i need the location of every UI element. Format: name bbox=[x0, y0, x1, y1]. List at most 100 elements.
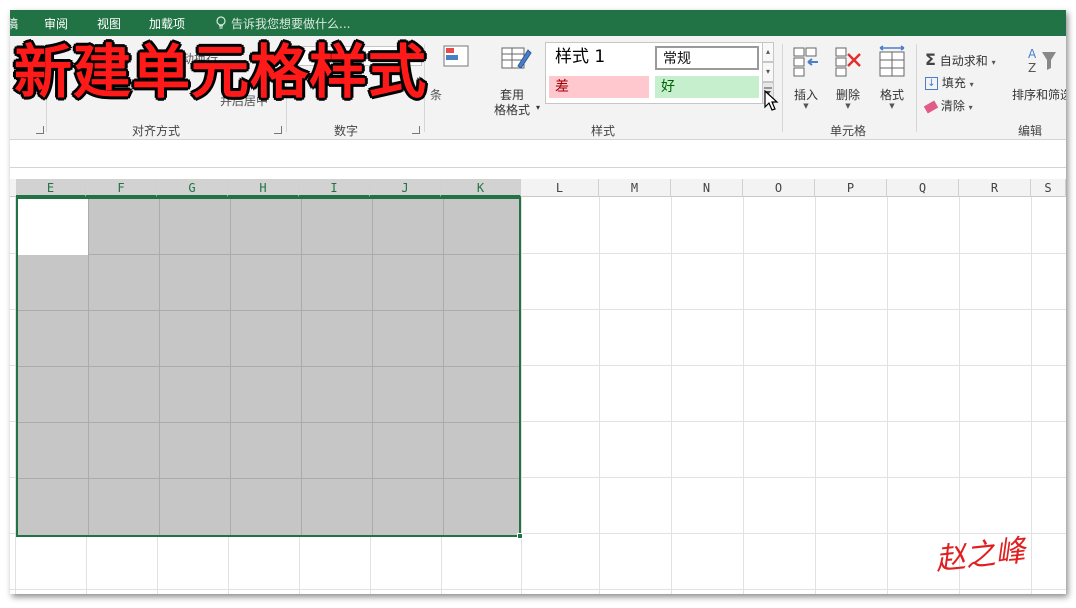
formula-gap bbox=[10, 169, 1066, 179]
gallery-scroll-up-button[interactable]: ▴ bbox=[762, 42, 774, 62]
delete-cells-button[interactable]: 删除 ▼ bbox=[828, 44, 868, 110]
worksheet-grid[interactable] bbox=[10, 197, 1066, 594]
column-header-h[interactable]: H bbox=[228, 179, 299, 197]
sort-filter-icon: A Z bbox=[1028, 47, 1056, 75]
column-header-e[interactable]: E bbox=[16, 179, 86, 197]
fill-handle[interactable] bbox=[517, 533, 523, 539]
selection-grid-line bbox=[372, 199, 373, 535]
tab-view[interactable]: 视图 bbox=[97, 15, 121, 32]
active-cell[interactable] bbox=[18, 199, 88, 255]
clear-button[interactable]: 清除 ▾ bbox=[923, 97, 973, 114]
selection-grid-line bbox=[230, 199, 231, 535]
column-header-j[interactable]: J bbox=[370, 179, 441, 197]
number-group-launcher[interactable] bbox=[412, 126, 420, 134]
cell-styles-gallery: 样式 1 常规 差 好 bbox=[545, 42, 765, 104]
chevron-down-icon: ▼ bbox=[845, 102, 851, 110]
chevron-down-icon: ▼ bbox=[803, 102, 809, 110]
chevron-down-icon: ▾ bbox=[991, 58, 996, 67]
chevron-down-icon: ▾ bbox=[969, 80, 974, 89]
bad-style-cell[interactable]: 差 bbox=[549, 76, 649, 98]
normal-style-cell[interactable]: 常规 bbox=[655, 46, 759, 70]
fill-down-icon: ↓ bbox=[925, 77, 938, 90]
format-as-table-icon bbox=[500, 44, 532, 74]
column-header-q[interactable]: Q bbox=[887, 179, 959, 197]
styles-group-label: 样式 bbox=[591, 124, 616, 138]
delete-cells-icon bbox=[835, 47, 861, 77]
autosum-label: 自动求和 bbox=[939, 54, 988, 68]
group-separator bbox=[782, 44, 783, 132]
grid-line bbox=[887, 197, 888, 594]
number-group-label: 数字 bbox=[334, 124, 359, 138]
overlay-title: 新建单元格样式 bbox=[14, 38, 428, 106]
sort-filter-button[interactable]: A Z 排序和筛选 bbox=[1012, 44, 1066, 116]
column-header-m[interactable]: M bbox=[599, 179, 671, 197]
column-header-o[interactable]: O bbox=[743, 179, 815, 197]
lightbulb-icon bbox=[216, 16, 226, 29]
good-style-cell[interactable]: 好 bbox=[655, 76, 759, 98]
selection-grid-line bbox=[18, 310, 519, 311]
alignment-group-label: 对齐方式 bbox=[132, 124, 181, 138]
column-header-g[interactable]: G bbox=[157, 179, 228, 197]
clear-label: 清除 bbox=[940, 99, 965, 113]
gallery-scroll: ▴ ▾ bbox=[762, 42, 779, 111]
column-header-f[interactable]: F bbox=[86, 179, 157, 197]
grid-line bbox=[1031, 197, 1032, 594]
fill-button[interactable]: ↓ 填充 ▾ bbox=[925, 74, 974, 91]
mouse-cursor-icon bbox=[764, 90, 779, 111]
column-header-r[interactable]: R bbox=[959, 179, 1031, 197]
grid-line bbox=[10, 589, 1066, 590]
column-header-l[interactable]: L bbox=[521, 179, 599, 197]
selection-grid-line bbox=[18, 478, 519, 479]
style-1-cell[interactable]: 样式 1 bbox=[549, 46, 649, 70]
eraser-icon bbox=[923, 100, 939, 113]
insert-cells-button[interactable]: 插入 ▼ bbox=[786, 44, 826, 110]
cells-group-label: 单元格 bbox=[830, 124, 867, 138]
insert-cells-icon bbox=[793, 47, 818, 77]
column-header-s[interactable]: S bbox=[1031, 179, 1066, 197]
format-label: 格式 bbox=[879, 88, 904, 102]
format-cells-icon bbox=[879, 45, 905, 77]
ribbon-tab-bar: 稿 审阅 视图 加载项 告诉我您想要做什么... bbox=[10, 10, 1066, 36]
grid-line bbox=[599, 197, 600, 594]
editing-group-label: 编辑 bbox=[1018, 124, 1043, 138]
column-header-k[interactable]: K bbox=[441, 179, 521, 197]
conditional-format-icon bbox=[442, 44, 470, 70]
group-separator bbox=[916, 44, 917, 132]
selection-grid-line bbox=[88, 199, 89, 535]
delete-label: 删除 bbox=[835, 88, 860, 102]
selection-grid-line bbox=[18, 366, 519, 367]
selection-grid-line bbox=[443, 199, 444, 535]
selection-grid-line bbox=[18, 422, 519, 423]
excel-window: 稿 审阅 视图 加载项 告诉我您想要做什么... 动换行 并后居中 对齐方式 数… bbox=[10, 10, 1066, 594]
font-group-launcher[interactable] bbox=[36, 126, 44, 134]
column-header-n[interactable]: N bbox=[671, 179, 743, 197]
grid-line bbox=[743, 197, 744, 594]
grid-line bbox=[815, 197, 816, 594]
selection-grid-line bbox=[159, 199, 160, 535]
selected-range[interactable] bbox=[16, 197, 521, 537]
tab-partial[interactable]: 稿 bbox=[10, 15, 18, 32]
format-cells-button[interactable]: 格式 ▼ bbox=[872, 44, 912, 110]
screen: 稿 审阅 视图 加载项 告诉我您想要做什么... 动换行 并后居中 对齐方式 数… bbox=[0, 0, 1076, 608]
format-as-table-label2[interactable]: 格格式 bbox=[494, 101, 530, 118]
formula-bar[interactable] bbox=[10, 141, 1066, 168]
column-header-p[interactable]: P bbox=[815, 179, 887, 197]
grid-line bbox=[671, 197, 672, 594]
signature-watermark: 赵之峰 bbox=[933, 533, 1027, 578]
sort-filter-label: 排序和筛选 bbox=[1012, 88, 1066, 102]
svg-text:A: A bbox=[1028, 47, 1037, 61]
chevron-down-icon: ▼ bbox=[889, 102, 895, 110]
autosum-button[interactable]: Σ 自动求和 ▾ bbox=[925, 50, 996, 69]
selection-grid-line bbox=[18, 254, 519, 255]
alignment-group-launcher[interactable] bbox=[274, 126, 282, 134]
insert-label: 插入 bbox=[793, 88, 818, 102]
column-header-i[interactable]: I bbox=[299, 179, 370, 197]
fill-label: 填充 bbox=[941, 76, 966, 90]
tab-addins[interactable]: 加载项 bbox=[149, 15, 185, 32]
chevron-down-icon: ▾ bbox=[536, 103, 541, 112]
column-headers: E F G H I J K L M N O P Q R S bbox=[10, 179, 1066, 197]
gallery-scroll-down-button[interactable]: ▾ bbox=[762, 62, 774, 82]
conditional-format-button[interactable]: 条 bbox=[430, 86, 442, 103]
tab-review[interactable]: 审阅 bbox=[44, 15, 68, 32]
sigma-icon: Σ bbox=[925, 50, 936, 69]
